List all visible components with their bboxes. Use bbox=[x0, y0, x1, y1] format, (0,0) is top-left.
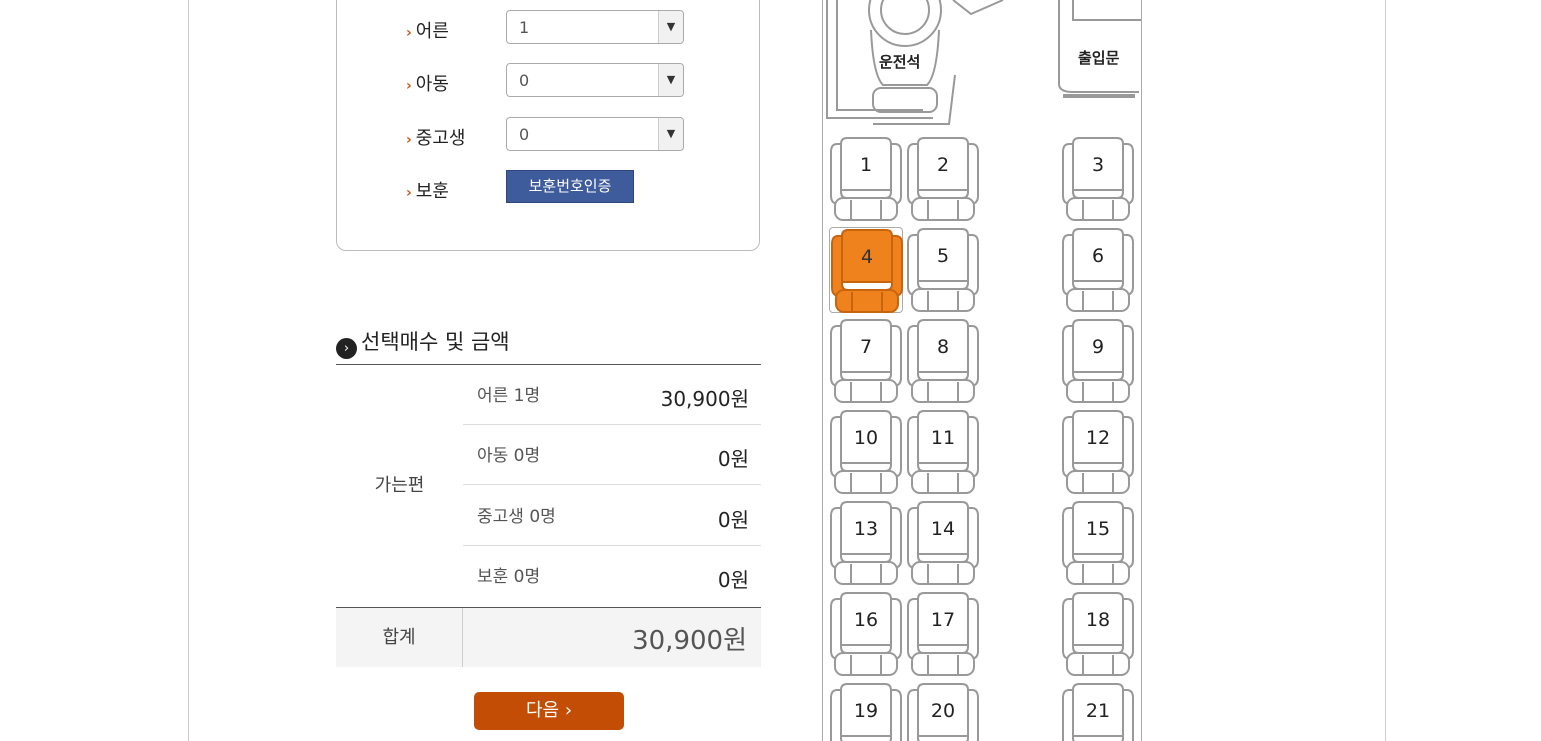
fare-label: 아동 0명 bbox=[477, 446, 541, 466]
seat-number: 6 bbox=[1091, 245, 1105, 267]
arrow-icon: › bbox=[406, 78, 412, 94]
adult-count-select[interactable]: 1 ▼ bbox=[506, 10, 684, 44]
chevron-down-icon: ▼ bbox=[658, 118, 683, 150]
seat-number: 9 bbox=[1091, 336, 1105, 358]
seat-8[interactable]: 8 bbox=[906, 318, 980, 404]
passenger-label: › 아동 bbox=[406, 70, 449, 96]
seat-9[interactable]: 9 bbox=[1061, 318, 1135, 404]
steering-wheel-icon bbox=[868, 0, 942, 47]
passenger-label: › 어른 bbox=[406, 17, 449, 43]
seat-number: 10 bbox=[853, 427, 879, 449]
trip-label: 가는편 bbox=[374, 475, 425, 496]
driver-seat-cushion bbox=[872, 87, 938, 113]
total-amount: 30,900원 bbox=[632, 626, 747, 656]
fare-label: 어른 1명 bbox=[477, 386, 541, 406]
student-count-select[interactable]: 0 ▼ bbox=[506, 117, 684, 151]
seat-number: 8 bbox=[936, 336, 950, 358]
seat-20[interactable]: 20 bbox=[906, 682, 980, 741]
veteran-verify-button[interactable]: 보훈번호인증 bbox=[506, 170, 634, 203]
seat-21[interactable]: 21 bbox=[1061, 682, 1135, 741]
fare-label: 중고생 0명 bbox=[477, 507, 556, 527]
seat-number: 15 bbox=[1085, 518, 1111, 540]
child-count-select[interactable]: 0 ▼ bbox=[506, 63, 684, 97]
driver-label: 운전석 bbox=[879, 53, 921, 71]
passenger-type: 아동 bbox=[415, 74, 449, 95]
seat-number: 3 bbox=[1091, 154, 1105, 176]
seat-number: 5 bbox=[936, 245, 950, 267]
seat-number: 1 bbox=[859, 154, 873, 176]
summary-title: › 선택매수 및 금액 bbox=[336, 326, 510, 359]
next-label: 다음 bbox=[525, 700, 560, 721]
select-value: 1 bbox=[519, 18, 530, 37]
fare-amount: 0원 bbox=[717, 447, 749, 471]
fare-line: 아동 0명 0원 bbox=[463, 425, 761, 485]
passenger-type: 어른 bbox=[415, 21, 449, 42]
fare-line: 중고생 0명 0원 bbox=[463, 486, 761, 546]
seat-18[interactable]: 18 bbox=[1061, 591, 1135, 677]
seat-16[interactable]: 16 bbox=[829, 591, 903, 677]
seat-number: 16 bbox=[853, 609, 879, 631]
fare-label: 보훈 0명 bbox=[477, 567, 541, 587]
bus-seat-map: 운전석 출입문 1 2 3 4 5 6 7 8 9 10 11 12 13 14 15 16 17 18 19 20 2… bbox=[822, 0, 1142, 741]
seat-7[interactable]: 7 bbox=[829, 318, 903, 404]
summary-table: 가는편 어른 1명 30,900원 아동 0명 0원 중고생 0명 0원 보훈 0명 0… bbox=[336, 364, 761, 667]
seat-17[interactable]: 17 bbox=[906, 591, 980, 677]
seat-15[interactable]: 15 bbox=[1061, 500, 1135, 586]
seat-number: 7 bbox=[859, 336, 873, 358]
seat-10[interactable]: 10 bbox=[829, 409, 903, 495]
seat-3[interactable]: 3 bbox=[1061, 136, 1135, 222]
arrow-icon: › bbox=[406, 132, 412, 148]
chevron-right-circle-icon: › bbox=[336, 338, 357, 359]
seat-1[interactable]: 1 bbox=[829, 136, 903, 222]
seat-number: 18 bbox=[1085, 609, 1111, 631]
seat-number: 12 bbox=[1085, 427, 1111, 449]
seat-6[interactable]: 6 bbox=[1061, 227, 1135, 313]
total-label: 합계 bbox=[336, 608, 463, 667]
chevron-right-icon: › bbox=[564, 700, 573, 721]
fare-line: 보훈 0명 0원 bbox=[463, 546, 761, 606]
seat-number: 17 bbox=[930, 609, 956, 631]
seat-4[interactable]: 4 bbox=[829, 227, 903, 313]
seat-number: 14 bbox=[930, 518, 956, 540]
seat-19[interactable]: 19 bbox=[829, 682, 903, 741]
seat-number: 11 bbox=[930, 427, 956, 449]
fare-amount: 0원 bbox=[717, 568, 749, 592]
select-value: 0 bbox=[519, 125, 530, 144]
arrow-icon: › bbox=[406, 185, 412, 201]
chevron-down-icon: ▼ bbox=[658, 11, 683, 43]
seat-11[interactable]: 11 bbox=[906, 409, 980, 495]
seat-number: 21 bbox=[1085, 700, 1111, 722]
chevron-down-icon: ▼ bbox=[658, 64, 683, 96]
seat-13[interactable]: 13 bbox=[829, 500, 903, 586]
summary-title-text: 선택매수 및 금액 bbox=[361, 330, 510, 354]
arrow-icon: › bbox=[406, 25, 412, 41]
seat-number: 13 bbox=[853, 518, 879, 540]
fare-line: 어른 1명 30,900원 bbox=[463, 365, 761, 425]
passenger-label: › 보훈 bbox=[406, 177, 449, 203]
fare-amount: 30,900원 bbox=[660, 387, 749, 411]
fare-amount: 0원 bbox=[717, 508, 749, 532]
total-row: 합계 30,900원 bbox=[336, 607, 761, 667]
door-label: 출입문 bbox=[1078, 49, 1120, 67]
seat-number: 2 bbox=[936, 154, 950, 176]
seat-number: 19 bbox=[853, 700, 879, 722]
passenger-type: 보훈 bbox=[415, 181, 449, 202]
passenger-type: 중고생 bbox=[415, 128, 466, 149]
door-outline bbox=[1058, 0, 1139, 93]
seat-number: 20 bbox=[930, 700, 956, 722]
select-value: 0 bbox=[519, 71, 530, 90]
seat-12[interactable]: 12 bbox=[1061, 409, 1135, 495]
seat-5[interactable]: 5 bbox=[906, 227, 980, 313]
seat-14[interactable]: 14 bbox=[906, 500, 980, 586]
seat-number: 4 bbox=[860, 246, 874, 268]
next-button[interactable]: 다음 › bbox=[474, 692, 624, 730]
seat-2[interactable]: 2 bbox=[906, 136, 980, 222]
passenger-label: › 중고생 bbox=[406, 124, 465, 150]
